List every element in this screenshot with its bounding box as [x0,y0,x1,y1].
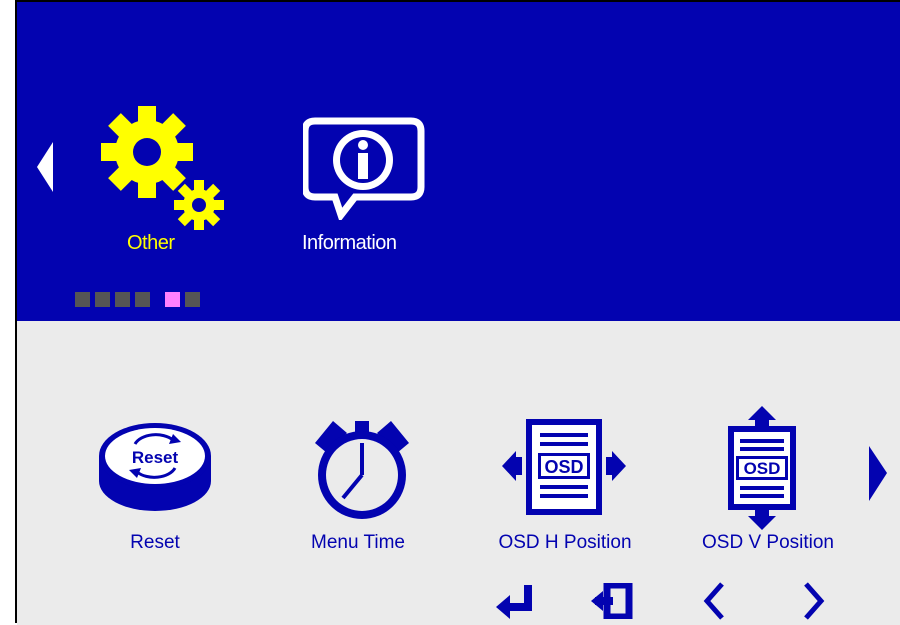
item-reset[interactable]: Reset [95,416,215,521]
osd-h-position-icon: OSD [502,419,626,515]
exit-icon[interactable] [589,583,633,619]
category-label-other: Other [127,232,175,254]
item-panel: Reset Reset Menu Time OSD OSD H Position… [17,321,900,625]
page-dot [115,292,130,307]
osd-h-icon-text: OSD [544,457,583,477]
left-chevron-icon[interactable] [702,581,728,621]
page-dot [75,292,90,307]
reset-icon: Reset [99,423,211,511]
item-menu-time[interactable] [307,413,417,523]
category-label-information: Information [302,232,397,254]
item-label-osd-v-position: OSD V Position [702,532,834,553]
category-information[interactable] [303,115,428,220]
right-chevron-icon[interactable] [800,581,826,621]
reset-icon-text: Reset [132,448,179,467]
item-label-osd-h-position: OSD H Position [498,532,632,553]
osd-menu: Other Information Reset Reset Menu Time … [15,0,900,625]
category-other[interactable] [92,102,237,232]
page-dot [95,292,110,307]
gears-icon [101,106,224,230]
enter-icon[interactable] [494,583,538,619]
osd-v-position-icon: OSD [728,406,796,530]
osd-v-icon-text: OSD [744,459,781,478]
alarm-clock-icon [315,421,409,519]
item-label-menu-time: Menu Time [311,532,405,553]
item-osd-h-position[interactable]: OSD [500,411,630,521]
item-label-reset: Reset [130,532,180,553]
item-osd-v-position[interactable]: OSD [722,406,802,531]
category-bar: Other Information [17,2,900,321]
info-icon [303,117,425,220]
left-arrow-icon[interactable] [37,142,53,192]
page-dot [185,292,200,307]
page-dot [135,292,150,307]
page-dot-active [165,292,180,307]
right-arrow-icon[interactable] [869,446,887,501]
